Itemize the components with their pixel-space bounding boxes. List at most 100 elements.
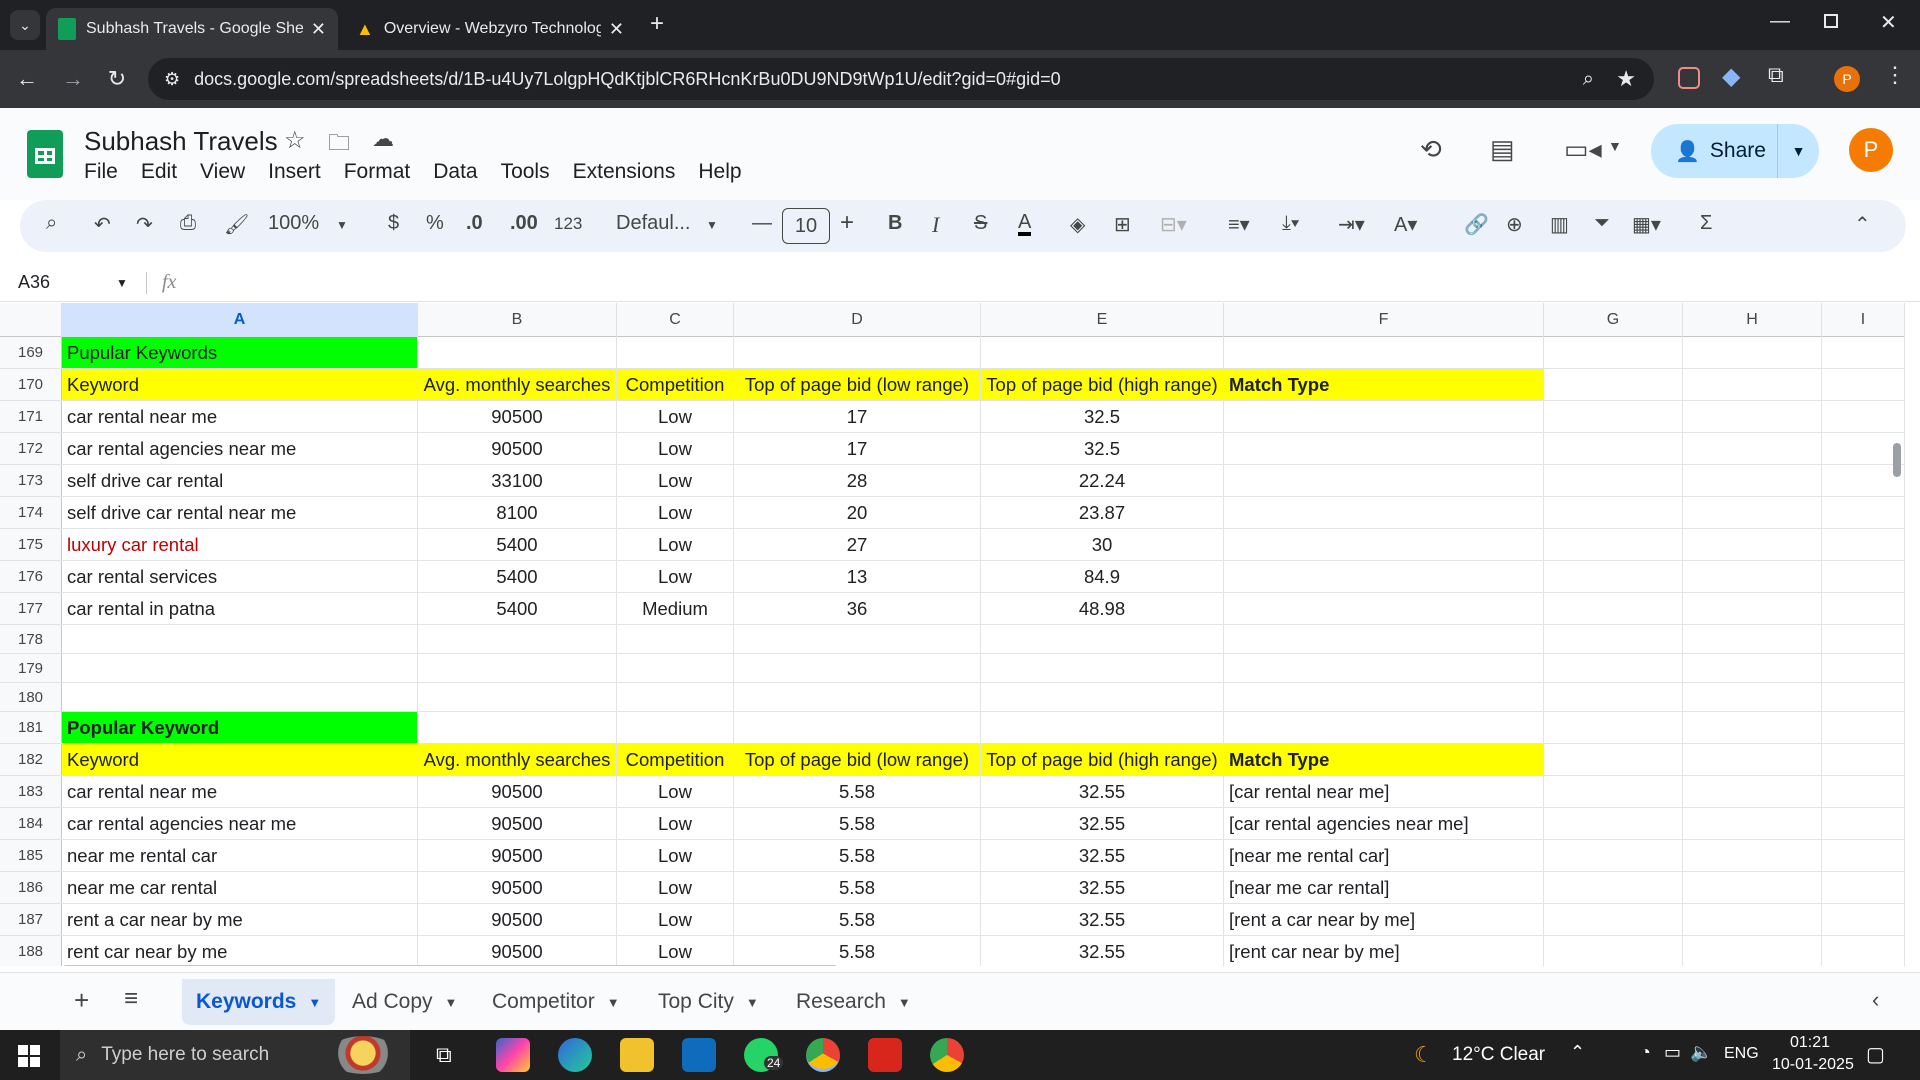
zoom-icon[interactable]: ⌕ [1583, 68, 1594, 91]
cell-a180[interactable] [62, 683, 418, 711]
cell-i176[interactable] [1822, 561, 1905, 592]
network-icon[interactable]: ◔ [1640, 1042, 1651, 1063]
cell-i185[interactable] [1822, 840, 1905, 871]
column-header-h[interactable]: H [1683, 303, 1822, 337]
sheet-tab-keywords[interactable]: Keywords ▼ [182, 979, 336, 1025]
cell-b175[interactable]: 5400 [418, 529, 617, 560]
cell-g169[interactable] [1544, 337, 1683, 368]
cell-c184[interactable]: Low [617, 808, 734, 839]
edge-icon[interactable] [558, 1038, 592, 1072]
column-header-a[interactable]: A [62, 303, 418, 337]
sheet-tab-menu-icon[interactable]: ▼ [607, 995, 620, 1010]
cell-d170[interactable]: Top of page bid (low range) [734, 369, 981, 400]
cell-e176[interactable]: 84.9 [981, 561, 1224, 592]
column-header-e[interactable]: E [981, 303, 1224, 337]
cell-a185[interactable]: near me rental car [62, 840, 418, 871]
cell-c180[interactable] [617, 683, 734, 711]
collapse-panel-icon[interactable]: ‹ [1872, 987, 1879, 1013]
cell-g174[interactable] [1544, 497, 1683, 528]
battery-icon[interactable]: ▭ [1664, 1042, 1681, 1063]
cell-e186[interactable]: 32.55 [981, 872, 1224, 903]
cell-a187[interactable]: rent a car near by me [62, 904, 418, 935]
cell-a178[interactable] [62, 625, 418, 653]
cell-i180[interactable] [1822, 683, 1905, 711]
cell-d183[interactable]: 5.58 [734, 776, 981, 807]
cell-c185[interactable]: Low [617, 840, 734, 871]
cell-a170[interactable]: Keyword [62, 369, 418, 400]
cell-c183[interactable]: Low [617, 776, 734, 807]
column-header-g[interactable]: G [1544, 303, 1683, 337]
filter-views-icon[interactable]: ▦▾ [1632, 212, 1661, 237]
sheet-tab-menu-icon[interactable]: ▼ [308, 995, 321, 1010]
vertical-scrollbar-thumb[interactable] [1893, 443, 1901, 477]
bookmark-star-icon[interactable]: ★ [1616, 66, 1636, 92]
cell-h184[interactable] [1683, 808, 1822, 839]
functions-icon[interactable]: Σ [1700, 212, 1712, 235]
row-header[interactable]: 188 [0, 936, 62, 966]
cell-e172[interactable]: 32.5 [981, 433, 1224, 464]
notifications-icon[interactable]: ▢ [1866, 1042, 1885, 1067]
cell-c186[interactable]: Low [617, 872, 734, 903]
cell-f185[interactable]: [near me rental car] [1224, 840, 1544, 871]
clock-time[interactable]: 01:21 [1790, 1034, 1830, 1052]
cell-i179[interactable] [1822, 654, 1905, 682]
cell-c187[interactable]: Low [617, 904, 734, 935]
browser-tab-overview[interactable]: ▲ Overview - Webzyro Technologies ✕ [344, 8, 636, 50]
cell-d171[interactable]: 17 [734, 401, 981, 432]
cell-c177[interactable]: Medium [617, 593, 734, 624]
cell-a171[interactable]: car rental near me [62, 401, 418, 432]
fill-color-icon[interactable]: ◈ [1070, 212, 1085, 237]
cell-c188[interactable]: Low [617, 936, 734, 966]
cell-b176[interactable]: 5400 [418, 561, 617, 592]
cell-i182[interactable] [1822, 744, 1905, 775]
chrome-icon[interactable] [806, 1038, 840, 1072]
cell-a186[interactable]: near me car rental [62, 872, 418, 903]
cell-d181[interactable] [734, 712, 981, 743]
cell-f182[interactable]: Match Type [1224, 744, 1544, 775]
menu-data[interactable]: Data [433, 160, 477, 184]
increase-font-size-icon[interactable]: + [840, 209, 854, 237]
cell-f175[interactable] [1224, 529, 1544, 560]
percent-format-button[interactable]: % [426, 212, 444, 235]
cell-h180[interactable] [1683, 683, 1822, 711]
cell-e181[interactable] [981, 712, 1224, 743]
cell-b177[interactable]: 5400 [418, 593, 617, 624]
cell-g185[interactable] [1544, 840, 1683, 871]
cell-a188[interactable]: rent car near by me [62, 936, 418, 966]
cell-b184[interactable]: 90500 [418, 808, 617, 839]
cell-e183[interactable]: 32.55 [981, 776, 1224, 807]
column-header-f[interactable]: F [1224, 303, 1544, 337]
cell-a183[interactable]: car rental near me [62, 776, 418, 807]
cell-e169[interactable] [981, 337, 1224, 368]
cell-b181[interactable] [418, 712, 617, 743]
cell-b171[interactable]: 90500 [418, 401, 617, 432]
filter-icon[interactable]: ⏷ [1594, 212, 1610, 235]
cell-b170[interactable]: Avg. monthly searches [418, 369, 617, 400]
browser-tab-sheets[interactable]: Subhash Travels - Google Sheets ✕ [46, 8, 338, 50]
cell-i171[interactable] [1822, 401, 1905, 432]
cell-h176[interactable] [1683, 561, 1822, 592]
cell-f187[interactable]: [rent a car near by me] [1224, 904, 1544, 935]
cell-f169[interactable] [1224, 337, 1544, 368]
cell-e179[interactable] [981, 654, 1224, 682]
row-header[interactable]: 175 [0, 529, 62, 560]
cell-i187[interactable] [1822, 904, 1905, 935]
add-sheet-icon[interactable]: + [74, 985, 89, 1016]
strikethrough-button[interactable]: S [974, 212, 987, 235]
cell-h188[interactable] [1683, 936, 1822, 966]
row-header[interactable]: 185 [0, 840, 62, 871]
row-header[interactable]: 186 [0, 872, 62, 903]
bold-button[interactable]: B [888, 212, 902, 235]
horizontal-align-icon[interactable]: ≡▾ [1228, 212, 1250, 237]
omnibox[interactable]: ⚙ docs.google.com/spreadsheets/d/1B-u4Uy… [148, 58, 1654, 100]
cell-h169[interactable] [1683, 337, 1822, 368]
cell-g177[interactable] [1544, 593, 1683, 624]
collapse-toolbar-icon[interactable]: ⌃ [1854, 212, 1871, 237]
cell-f177[interactable] [1224, 593, 1544, 624]
cell-g170[interactable] [1544, 369, 1683, 400]
cell-h174[interactable] [1683, 497, 1822, 528]
comments-icon[interactable]: ▤ [1490, 134, 1515, 165]
search-menus-icon[interactable]: ⌕ [46, 212, 57, 235]
reload-icon[interactable]: ↻ [100, 62, 134, 96]
cell-e178[interactable] [981, 625, 1224, 653]
